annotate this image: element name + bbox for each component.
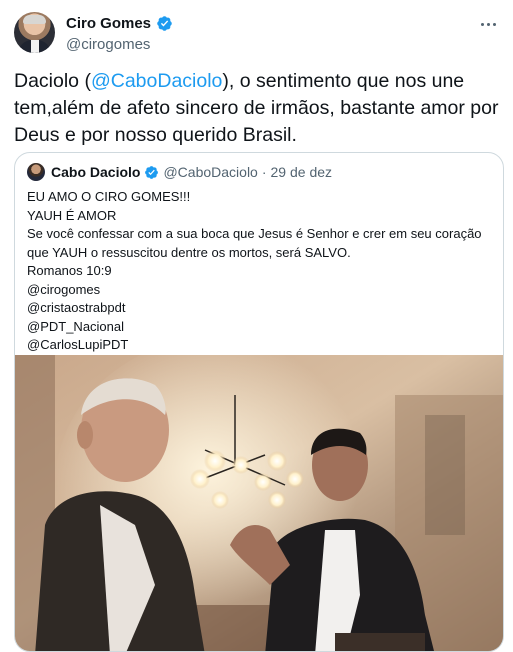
mention-link[interactable]: @CaboDaciolo [91, 70, 222, 92]
tweet-text-prefix: Daciolo ( [14, 70, 91, 92]
quoted-line: Se você confessar com a sua boca que Jes… [27, 226, 482, 241]
mention-carloslupipdt[interactable]: @CarlosLupiPDT [27, 336, 493, 355]
quoted-line: YAUH É AMOR [27, 207, 117, 223]
author-handle[interactable]: @cirogomes [66, 36, 150, 53]
quoted-author-avatar [27, 163, 45, 181]
quoted-line: que YAUH o ressuscitou dentre os mortos,… [27, 244, 351, 260]
mention-cirogomes[interactable]: @cirogomes [27, 281, 493, 300]
quoted-author-handle: @CaboDaciolo [163, 164, 258, 180]
quoted-tweet[interactable]: Cabo Daciolo @CaboDaciolo · 29 de dez EU… [14, 152, 504, 652]
quoted-tweet-header: Cabo Daciolo @CaboDaciolo · 29 de dez [27, 163, 332, 181]
quoted-tweet-photo[interactable] [15, 355, 503, 651]
more-options-icon[interactable] [478, 14, 498, 34]
mention-pdt-nacional[interactable]: @PDT_Nacional [27, 318, 493, 337]
quoted-tweet-text: EU AMO O CIRO GOMES!!! YAUH É AMOR Se vo… [27, 188, 493, 355]
author-avatar[interactable] [14, 12, 55, 53]
author-name[interactable]: Ciro Gomes [66, 15, 151, 32]
separator-dot: · [261, 164, 267, 180]
tweet-text: Daciolo (@CaboDaciolo), o sentimento que… [14, 68, 502, 149]
author-name-row: Ciro Gomes [66, 15, 173, 32]
verified-badge-icon [145, 165, 159, 179]
quoted-author-name: Cabo Daciolo [51, 164, 141, 180]
quoted-line: EU AMO O CIRO GOMES!!! [27, 189, 191, 204]
quoted-line: Romanos 10:9 [27, 263, 112, 278]
photo-image [15, 355, 503, 651]
verified-badge-icon [157, 16, 172, 31]
tweet-header: Ciro Gomes @cirogomes [14, 12, 504, 56]
mention-cristaostrabpdt[interactable]: @cristaostrabpdt [27, 299, 493, 318]
quoted-date: 29 de dez [270, 164, 333, 180]
